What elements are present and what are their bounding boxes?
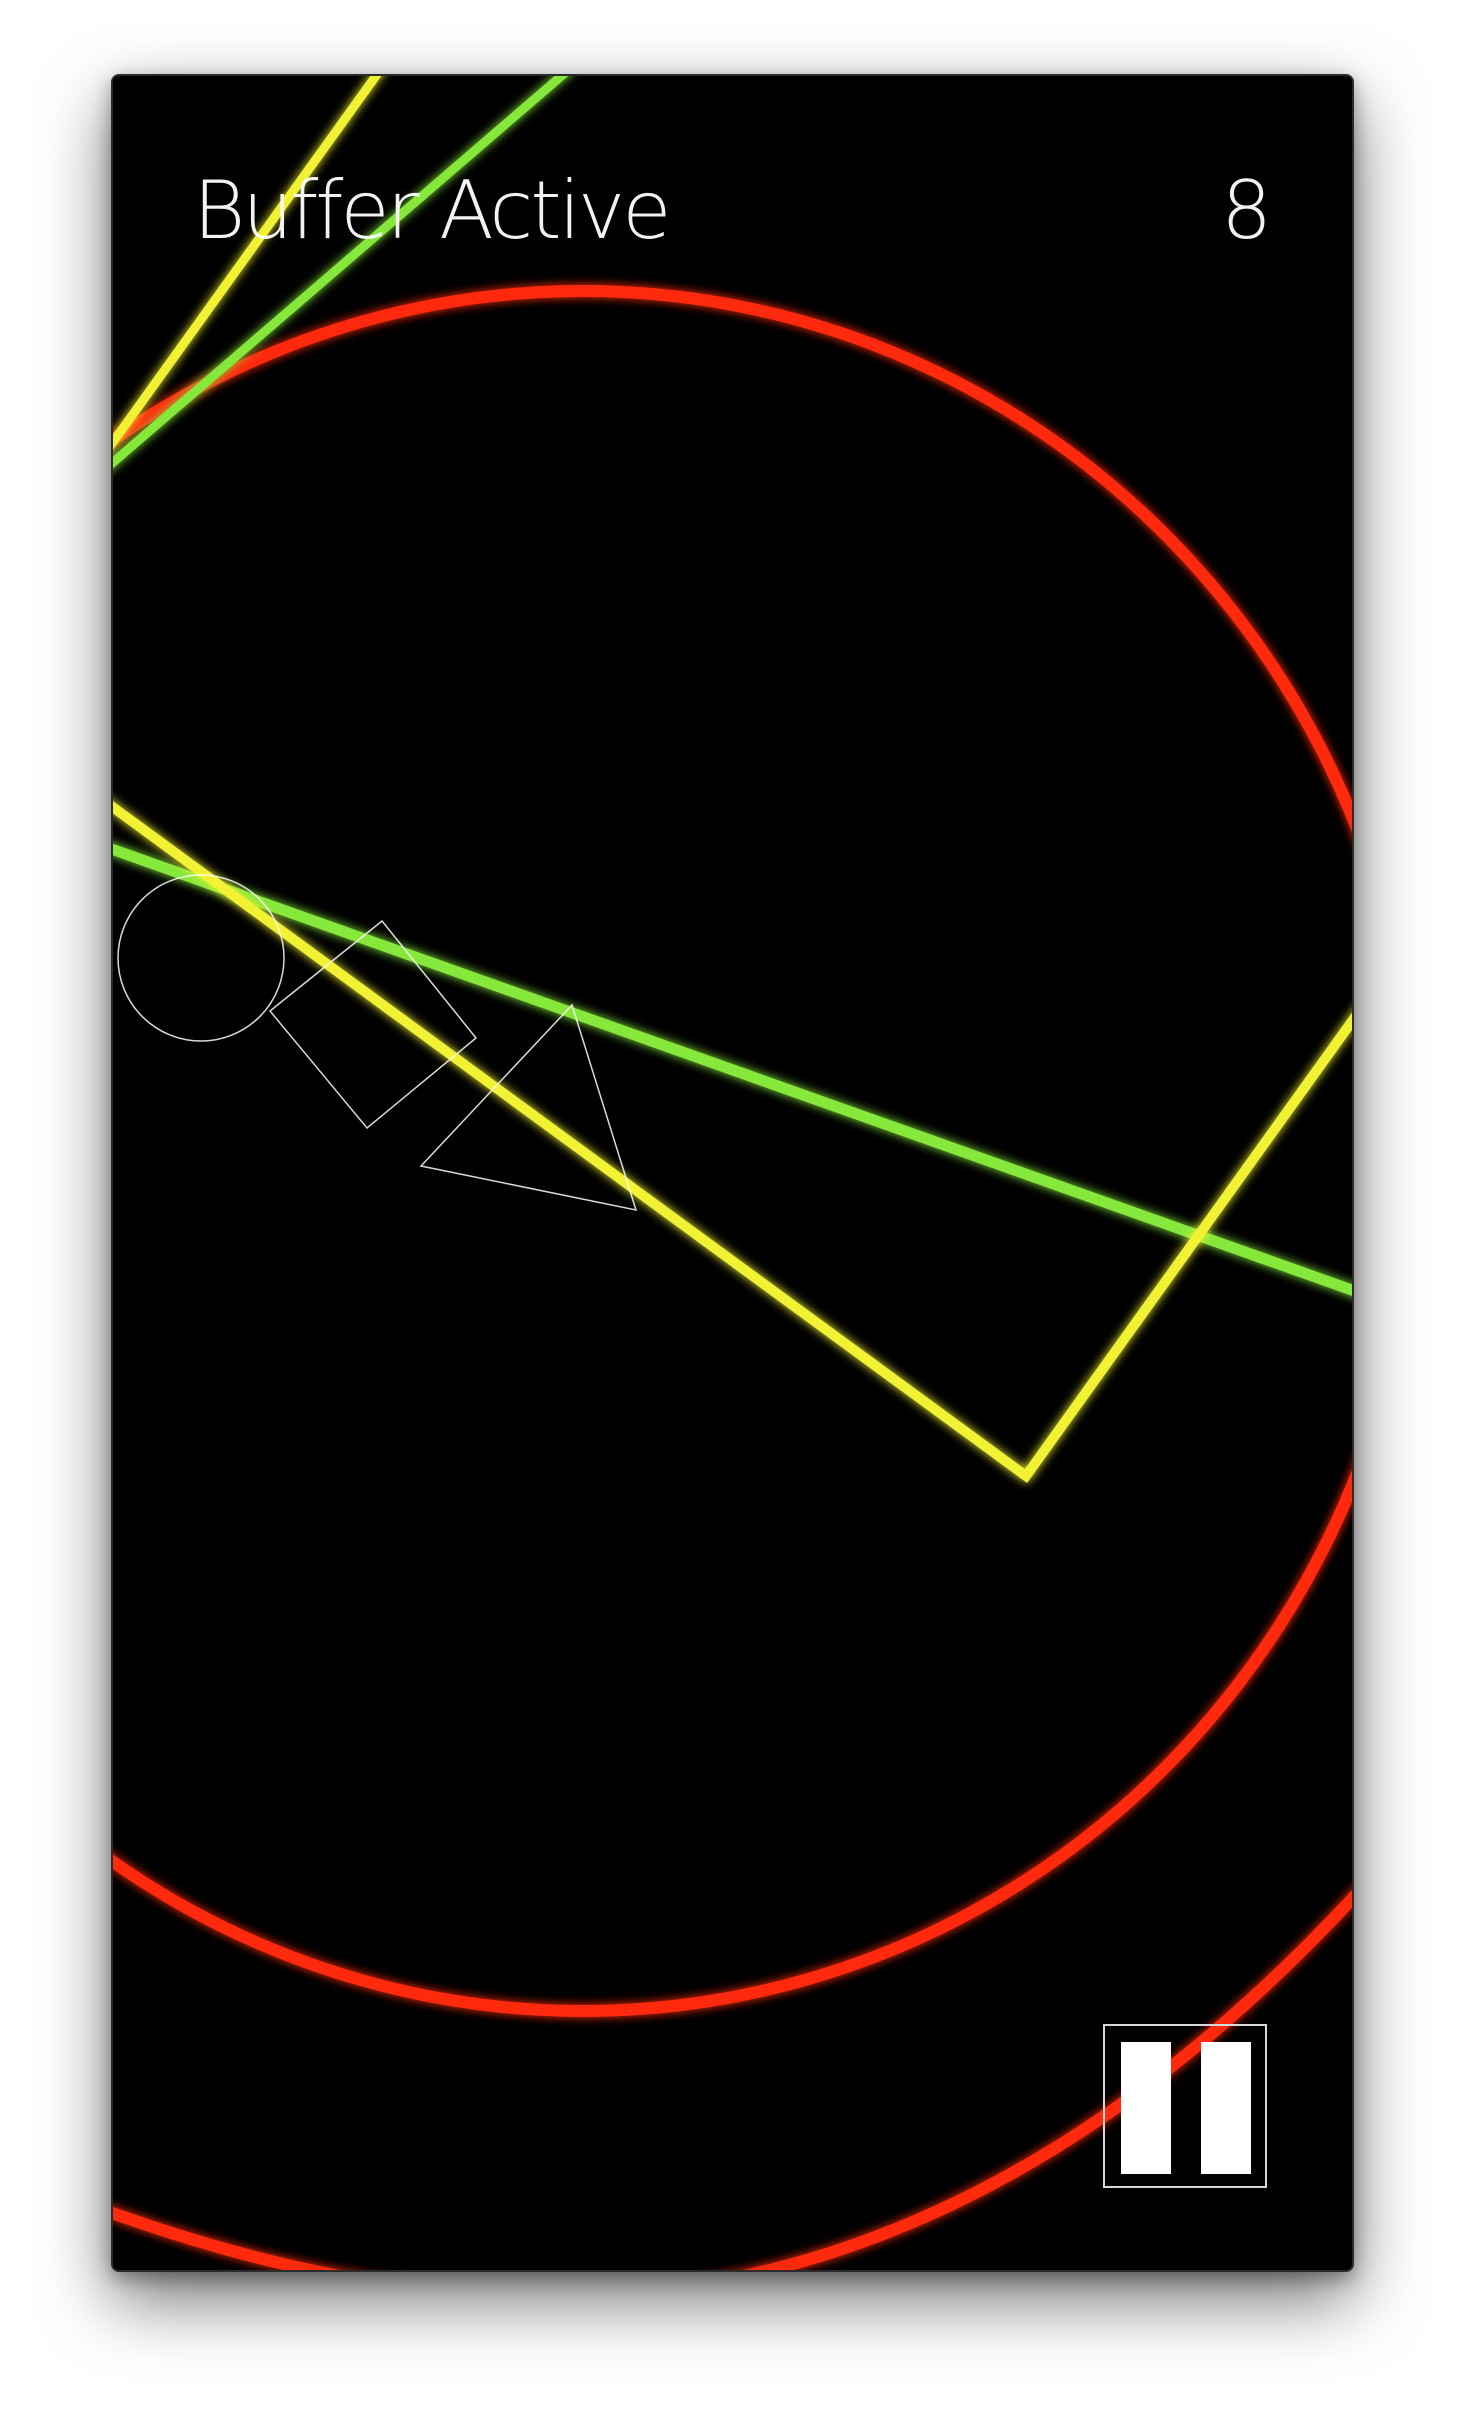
playfield[interactable] (113, 76, 1352, 2270)
green-beam-top (113, 76, 569, 469)
game-window: Buffer Active 8 (111, 74, 1354, 2272)
pause-bar-left (1121, 2042, 1171, 2174)
square-outline (268, 919, 478, 1130)
green-beam-long (113, 843, 1352, 1296)
red-ring-upper (113, 285, 1352, 2017)
yellow-beam-v (113, 801, 1352, 1484)
pause-bar-right (1201, 2042, 1251, 2174)
score-counter: 8 (1221, 164, 1272, 257)
pause-button[interactable] (1103, 2024, 1267, 2188)
buffer-status-label: Buffer Active (193, 164, 671, 257)
